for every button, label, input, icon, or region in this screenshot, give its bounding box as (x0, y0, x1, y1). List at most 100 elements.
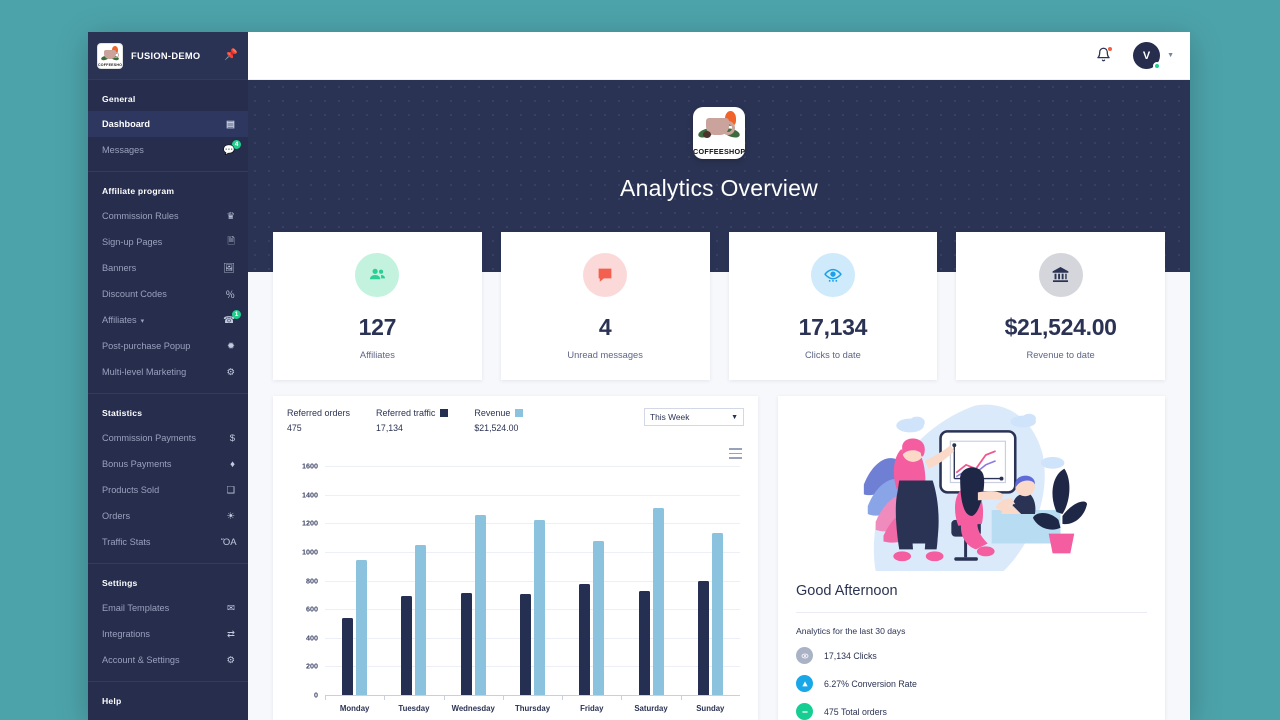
chevron-down-icon[interactable]: ▾ (141, 318, 145, 325)
chart-bar-group (384, 466, 443, 700)
sidebar-item-banners[interactable]: Banners 🖼 (88, 255, 248, 281)
unpin-icon[interactable]: 📌 (224, 50, 238, 61)
sidebar-item-account-settings[interactable]: Account & Settings ⚙ (88, 647, 248, 673)
sidebar-item-multi-level-marketing[interactable]: Multi-level Marketing ⚙ (88, 359, 248, 385)
stat-card-value: 127 (358, 313, 397, 340)
stat-card[interactable]: 17,134 Clicks to date (728, 232, 938, 380)
stat-cards-row: 127 Affiliates 4 Unread messages 17,134 Click… (248, 232, 1190, 380)
stat-card-label: Unread messages (567, 349, 643, 360)
page-icon: 🗎 (227, 236, 235, 247)
sidebar-item-label: Discount Codes (102, 289, 167, 299)
chart-x-label: Wednesday (451, 704, 495, 713)
package-icon: ❑ (226, 484, 235, 496)
chart-bar[interactable] (652, 508, 664, 695)
cart-icon (796, 703, 813, 720)
chart-bar[interactable] (533, 520, 545, 695)
chart-bar[interactable] (638, 590, 650, 695)
chart-panel: Referred orders 475 Referred traffic 17,… (273, 396, 758, 720)
gift-icon: ♦ (230, 458, 235, 470)
chat-icon (583, 252, 628, 297)
sidebar-item-post-purchase-popup[interactable]: Post-purchase Popup ✹ (88, 333, 248, 359)
stat-card-value: 17,134 (798, 313, 868, 340)
target-icon (796, 675, 813, 692)
legend-item: Revenue $21,524.00 (474, 408, 524, 433)
crown-icon: ♛ (226, 210, 235, 222)
side-stat-item: 6.27% Conversion Rate (778, 675, 1165, 692)
bar-chart-icon: ὌA (221, 536, 237, 548)
stat-card-label: Revenue to date (1026, 349, 1095, 360)
chart-legend: Referred orders 475 Referred traffic 17,… (287, 408, 744, 433)
chart-y-tick-label: 0 (314, 690, 318, 700)
side-stat-text: 17,134 Clicks (824, 650, 877, 661)
avatar-initial: V (1142, 49, 1151, 62)
chart-bar[interactable] (697, 581, 709, 695)
sidebar-item-affiliates[interactable]: Affiliates ▾ 1 ☎ (88, 307, 248, 333)
eye-icon (810, 252, 855, 297)
sidebar-item-bonus-payments[interactable]: Bonus Payments ♦ (88, 451, 248, 477)
period-select[interactable]: This Week ▼ (644, 408, 744, 426)
stat-card[interactable]: 4 Unread messages (500, 232, 710, 380)
chart-bar[interactable] (474, 515, 486, 695)
chevron-down-icon[interactable]: ▼ (1167, 52, 1174, 59)
sidebar-item-email-templates[interactable]: Email Templates ✉ (88, 595, 248, 621)
sidebar-item-dashboard[interactable]: Dashboard ▤ (88, 111, 248, 137)
bell-icon[interactable] (1096, 45, 1114, 65)
sidebar-item-label: Affiliates ▾ (102, 315, 145, 325)
avatar[interactable]: V (1133, 42, 1162, 70)
sidebar-item-label: Post-purchase Popup (102, 341, 191, 351)
sidebar-item-commission-payments[interactable]: Commission Payments $ (88, 425, 248, 451)
sidebar-item-traffic-stats[interactable]: Traffic Stats ὌA (88, 529, 248, 555)
percent-icon: ％ (225, 290, 235, 301)
gear-icon: ⚙ (226, 654, 235, 666)
user-menu[interactable]: V ▼ (1133, 42, 1174, 70)
stat-card[interactable]: 127 Affiliates (273, 232, 482, 380)
chart-y-tick-label: 1200 (302, 518, 318, 528)
sidebar-item-label: Dashboard (102, 119, 150, 129)
mail-icon: ✉ (227, 602, 235, 614)
chart-bar[interactable] (460, 592, 472, 695)
sidebar-item-messages[interactable]: Messages 4 💬 (88, 137, 248, 163)
users-icon (355, 252, 400, 297)
stat-card-label: Clicks to date (804, 349, 861, 360)
chart-y-tick-label: 1400 (302, 490, 318, 500)
analytics-team-illustration (778, 396, 1165, 572)
chart-bar[interactable] (711, 533, 723, 695)
chevron-down-icon: ▼ (731, 413, 738, 421)
sidebar-item-integrations[interactable]: Integrations ⇄ (88, 621, 248, 647)
legend-label-text: Referred traffic (376, 408, 436, 418)
sidebar-item-label: Products Sold (102, 485, 160, 495)
page-title: Analytics Overview (620, 175, 818, 201)
sidebar-item-sign-up-pages[interactable]: Sign-up Pages 🗎 (88, 229, 248, 255)
sidebar-item-label: Multi-level Marketing (102, 367, 187, 377)
sidebar-group-title: Settings (102, 578, 138, 588)
chart-bars (325, 466, 740, 700)
sidebar-item-label: Orders (102, 511, 131, 521)
chart-bar-group (680, 466, 740, 700)
stat-card[interactable]: $21,524.00 Revenue to date (956, 232, 1165, 380)
chart-bar[interactable] (579, 584, 591, 695)
dashboard-icon: ▤ (226, 118, 235, 130)
chart-bar[interactable] (356, 559, 368, 695)
network-icon: ⚙ (226, 366, 235, 378)
chart-plot-area: 0 200 400 600 800 1000 1200 1400 1600 (302, 462, 740, 700)
chart-bar[interactable] (519, 594, 531, 695)
chart-bar[interactable] (593, 541, 605, 695)
chart-x-label: Thursday (514, 704, 551, 713)
chart-bar[interactable] (415, 544, 427, 695)
sidebar-item-commission-rules[interactable]: Commission Rules ♛ (88, 203, 248, 229)
lower-section: Referred orders 475 Referred traffic 17,… (248, 396, 1190, 720)
chart-bar[interactable] (342, 617, 354, 695)
sidebar-item-label: Banners (102, 263, 137, 273)
chart-y-tick-label: 400 (306, 633, 318, 643)
chart-bar[interactable] (401, 596, 413, 695)
dollar-icon: $ (229, 432, 235, 444)
chart-y-tick-label: 1000 (302, 547, 318, 557)
chart-bar-group (562, 466, 621, 700)
sidebar-item-discount-codes[interactable]: Discount Codes ％ (88, 281, 248, 307)
stat-card-label: Affiliates (359, 349, 395, 360)
sidebar-item-orders[interactable]: Orders ☀ (88, 503, 248, 529)
sidebar-item-products-sold[interactable]: Products Sold ❑ (88, 477, 248, 503)
sidebar-group-title: General (102, 94, 136, 104)
stat-card-value: 4 (598, 313, 612, 340)
chart-x-label: Sunday (696, 704, 725, 713)
